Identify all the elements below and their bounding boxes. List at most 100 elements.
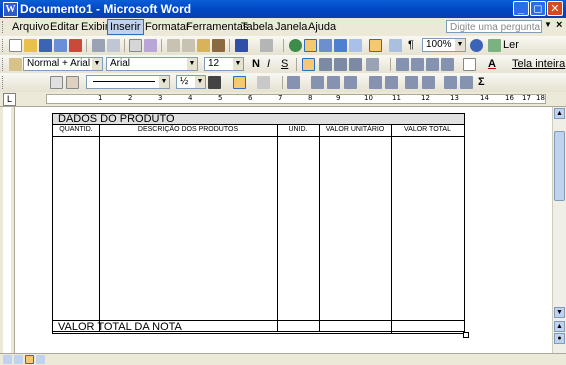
text-direction-icon[interactable] [422,76,435,89]
split-cells-icon[interactable] [327,76,340,89]
merge-cells-icon[interactable] [311,76,324,89]
numbering-icon[interactable] [396,58,409,71]
column-unit-value[interactable] [319,125,392,332]
vertical-ruler-strip[interactable] [3,107,11,353]
toolbar-grip[interactable] [2,39,6,52]
drawing-icon[interactable] [369,39,382,52]
align-right-icon[interactable] [334,58,347,71]
print-preview-icon[interactable] [107,39,120,52]
menu-inserir[interactable]: Inserir [107,19,144,35]
ask-dropdown-icon[interactable]: ▼ [544,20,552,29]
columns-icon[interactable] [349,39,362,52]
menu-janela[interactable]: Janela [273,20,309,34]
font-combo[interactable]: Arial ▼ [106,57,198,71]
font-size-combo[interactable]: 12 ▼ [204,57,244,71]
excel-icon[interactable] [334,39,347,52]
eraser-icon[interactable] [66,76,79,89]
toolbar-grip[interactable] [2,58,6,71]
column-description[interactable] [99,125,278,332]
justify-icon[interactable] [349,58,362,71]
open-folder-icon[interactable] [24,39,37,52]
read-label[interactable]: Ler [503,39,519,52]
minimize-button[interactable]: _ [513,1,529,16]
increase-indent-icon[interactable] [441,58,454,71]
tables-borders-icon[interactable] [304,39,317,52]
column-quantity[interactable] [53,125,100,332]
print-layout-icon[interactable] [25,355,34,364]
spelling-icon[interactable] [129,39,142,52]
research-icon[interactable] [144,39,157,52]
horizontal-scrollbar[interactable] [0,353,566,365]
border-color-icon[interactable] [208,76,221,89]
draw-table-icon[interactable] [50,76,63,89]
normal-view-icon[interactable] [3,355,12,364]
align-center-icon[interactable] [319,58,332,71]
table-autoformat-icon[interactable] [405,76,418,89]
browse-object-icon[interactable]: ● [554,333,565,344]
zoom-combo[interactable]: 100% ▼ [422,38,466,52]
tab-selector[interactable]: L [3,93,16,106]
scroll-up-icon[interactable]: ▲ [554,108,565,119]
new-document-icon[interactable] [9,39,22,52]
line-style-combo[interactable]: ▼ [86,75,170,89]
insert-table-icon-2[interactable] [287,76,300,89]
menu-arquivo[interactable]: Arquivo [10,20,51,34]
line-style-dropdown-icon[interactable]: ▼ [159,76,169,88]
menu-ajuda[interactable]: Ajuda [306,20,338,34]
menu-grip[interactable] [2,21,6,33]
document-page[interactable]: DADOS DO PRODUTO QUANTID. DESCRIÇÃO DOS … [15,107,552,353]
ruler-strip[interactable] [46,94,546,104]
copy-icon[interactable] [182,39,195,52]
styles-icon[interactable] [9,58,22,71]
word-icon[interactable]: W [3,2,18,17]
redo-icon[interactable] [260,39,273,52]
insert-table-icon[interactable] [319,39,332,52]
zoom-dropdown-icon[interactable]: ▼ [455,39,465,51]
italic-button[interactable]: I [267,58,270,71]
footer-total-cell[interactable] [391,321,392,334]
permission-icon[interactable] [54,39,67,52]
close-button[interactable]: ✕ [547,1,563,16]
style-dropdown-icon[interactable]: ▼ [92,58,102,70]
line-weight-dropdown-icon[interactable]: ▼ [195,76,205,88]
decrease-indent-icon[interactable] [426,58,439,71]
outline-view-icon[interactable] [36,355,45,364]
previous-page-icon[interactable]: ▲ [554,321,565,332]
web-view-icon[interactable] [14,355,23,364]
menu-exibir[interactable]: Exibir [79,20,111,34]
read-icon[interactable] [488,39,501,52]
font-color-icon[interactable]: A [488,58,496,71]
pdf-icon[interactable] [69,39,82,52]
bold-button[interactable]: N [252,58,260,71]
scroll-down-icon[interactable]: ▼ [554,307,565,318]
line-spacing-icon[interactable] [366,58,379,71]
column-unit[interactable] [277,125,320,332]
toolbar-grip[interactable] [2,76,6,89]
align-cell-icon[interactable] [344,76,357,89]
distribute-rows-icon[interactable] [369,76,382,89]
outside-border-icon[interactable] [233,76,246,89]
line-weight-combo[interactable]: ½ ▼ [176,75,206,89]
cut-icon[interactable] [167,39,180,52]
sort-ascending-icon[interactable] [444,76,457,89]
style-combo[interactable]: Normal + Arial ▼ [23,57,103,71]
sort-descending-icon[interactable] [460,76,473,89]
maximize-button[interactable]: ◻ [530,1,546,16]
ask-question-input[interactable]: Digite uma pergunta [446,20,542,33]
align-left-icon[interactable] [302,58,315,71]
hyperlink-icon[interactable] [289,39,302,52]
font-size-dropdown-icon[interactable]: ▼ [233,58,243,70]
full-screen-button[interactable]: Tela inteira [512,58,565,71]
help-icon[interactable] [470,39,483,52]
print-icon[interactable] [92,39,105,52]
borders-icon[interactable] [463,58,476,71]
vertical-scrollbar[interactable]: ▲ ▼ ▲ ● [552,107,566,353]
scroll-thumb[interactable] [554,131,565,201]
save-icon[interactable] [39,39,52,52]
autosum-icon[interactable]: Σ [478,76,485,89]
menu-tabela[interactable]: Tabela [239,20,275,34]
document-close-icon[interactable]: × [556,19,562,31]
menu-editar[interactable]: Editar [48,20,81,34]
table-resize-handle[interactable] [463,332,469,338]
bullets-icon[interactable] [411,58,424,71]
